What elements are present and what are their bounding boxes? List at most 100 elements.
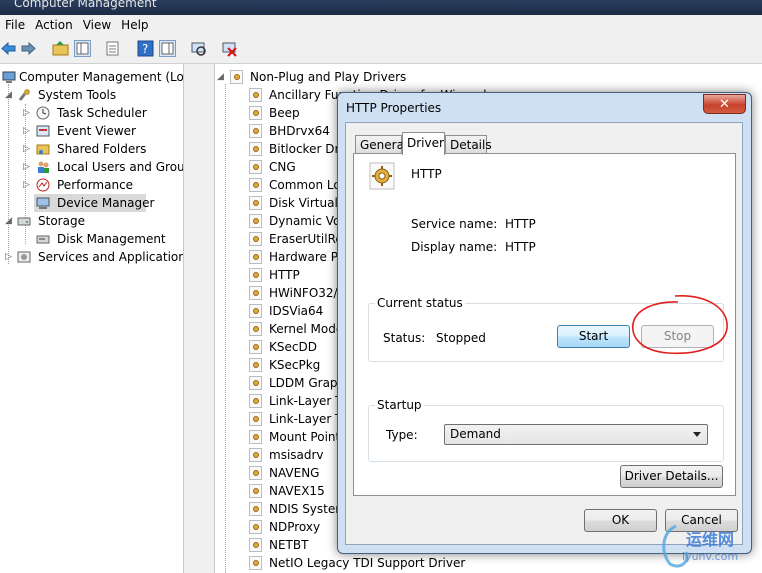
- service-name-label: Service name:: [411, 217, 498, 231]
- tree-item-label: Local Users and Groups: [57, 160, 184, 174]
- tree-item-label: Services and Applications: [38, 250, 184, 264]
- device-category-label: Non-Plug and Play Drivers: [250, 70, 407, 84]
- users-icon: [38, 161, 49, 173]
- device-item-label: KSecPkg: [269, 358, 321, 372]
- driver-icon: [249, 250, 262, 264]
- disk-icon: [36, 235, 50, 244]
- device-item-label: BHDrvx64: [269, 124, 330, 138]
- startup-group: Startup Type: Demand: [368, 398, 724, 462]
- driver-icon: [249, 322, 262, 336]
- device-item-label: NDProxy: [269, 520, 321, 534]
- display-name-label: Display name:: [411, 240, 498, 254]
- device-item-label: Link-Layer To: [269, 394, 348, 408]
- driver-icon: [249, 196, 262, 210]
- window-title: Computer Management: [14, 0, 157, 10]
- driver-icon: [249, 178, 262, 192]
- device-item-label: NetIO Legacy TDI Support Driver: [269, 556, 466, 570]
- display-name-value: HTTP: [505, 240, 536, 254]
- window-title-bar: Computer Management: [0, 0, 762, 15]
- device-item-label: Kernel Mode: [269, 322, 344, 336]
- menu-action[interactable]: Action: [30, 15, 78, 35]
- driver-icon: [249, 214, 262, 228]
- driver-icon: [249, 286, 262, 300]
- device-item-label: Common Lo: [269, 178, 341, 192]
- driver-gear-icon: [369, 162, 395, 190]
- startup-label: Startup: [375, 398, 424, 412]
- menu-help[interactable]: Help: [116, 15, 153, 35]
- ok-button[interactable]: OK: [584, 509, 657, 532]
- status-label: Status:: [383, 331, 426, 345]
- startup-type-select[interactable]: Demand: [444, 424, 708, 445]
- tree-item-label: Shared Folders: [57, 142, 147, 156]
- device-item-label: HWiNFO32/6: [269, 286, 346, 300]
- driver-details-button[interactable]: Driver Details...: [620, 465, 723, 488]
- action-pane-icon[interactable]: [159, 40, 176, 57]
- storage-icon: [17, 217, 31, 226]
- device-manager-icon: [36, 197, 50, 209]
- driver-icon: [249, 124, 262, 138]
- menu-view[interactable]: View: [78, 15, 116, 35]
- device-name: HTTP: [411, 167, 442, 181]
- tree-item-label: Disk Management: [57, 232, 166, 246]
- scan-hardware-icon[interactable]: [190, 40, 207, 57]
- dialog-title: HTTP Properties: [346, 101, 442, 115]
- tree-item-device-manager[interactable]: Device Manager: [34, 194, 154, 212]
- startup-type-value: Demand: [450, 427, 501, 441]
- driver-icon: [249, 142, 262, 156]
- device-item-label: msisadrv: [269, 448, 324, 462]
- current-status-label: Current status: [375, 296, 465, 310]
- driver-icon: [249, 268, 262, 282]
- device-item-label: Dynamic Vol: [269, 214, 344, 228]
- device-item-label: Link-Layer To: [269, 412, 348, 426]
- console-tree: ▾ Computer Management (Local ◢ System To…: [0, 64, 184, 573]
- type-label: Type:: [386, 428, 418, 442]
- driver-icon: [249, 88, 262, 102]
- device-item-label: HTTP: [269, 268, 300, 282]
- tree-item-label: Task Scheduler: [57, 106, 147, 120]
- driver-icon: [249, 556, 262, 570]
- tree-item-label: Event Viewer: [57, 124, 136, 138]
- forward-arrow-icon[interactable]: [20, 40, 37, 57]
- service-name-value: HTTP: [505, 217, 536, 231]
- close-icon[interactable]: ✕: [703, 94, 746, 114]
- tree-item-label: System Tools: [38, 88, 117, 102]
- driver-icon: [249, 520, 262, 534]
- watermark-text: 运维网: [686, 530, 735, 549]
- pane-splitter[interactable]: [184, 64, 215, 573]
- system-tools-icon: [18, 89, 30, 101]
- menu-file[interactable]: File: [0, 15, 30, 35]
- red-annotation-circle: [632, 295, 728, 355]
- status-value: Stopped: [436, 331, 486, 345]
- uninstall-device-icon[interactable]: [221, 40, 238, 57]
- driver-icon: [249, 160, 262, 174]
- device-item-label: NAVENG: [269, 466, 320, 480]
- device-item-label: Hardware Po: [269, 250, 345, 264]
- driver-icon: [249, 502, 262, 516]
- shared-folder-icon: [36, 144, 50, 155]
- tab-driver[interactable]: Driver: [402, 132, 445, 155]
- driver-icon: [249, 232, 262, 246]
- start-button[interactable]: Start: [557, 325, 630, 348]
- up-folder-icon[interactable]: [52, 40, 69, 57]
- event-viewer-icon: [36, 125, 50, 137]
- back-arrow-icon[interactable]: [0, 40, 17, 57]
- show-hide-tree-icon[interactable]: [74, 40, 91, 57]
- help-icon[interactable]: ?: [137, 40, 154, 57]
- tab-details[interactable]: Details: [445, 135, 492, 154]
- driver-icon: [249, 106, 262, 120]
- tree-item-label: Computer Management (Local: [19, 70, 184, 84]
- watermark-logo: 运维网 iyunv.com: [656, 522, 760, 570]
- driver-icon: [249, 376, 262, 390]
- device-item-label: IDSVia64: [269, 304, 324, 318]
- device-item-label: CNG: [269, 160, 296, 174]
- services-icon: [17, 251, 31, 263]
- menu-bar: File Action View Help: [0, 15, 762, 35]
- tab-general[interactable]: General: [355, 135, 407, 154]
- driver-icon: [249, 412, 262, 426]
- device-item-label: LDDM Graph: [269, 376, 346, 390]
- tree-item-label: Storage: [38, 214, 85, 228]
- properties-icon[interactable]: [104, 40, 121, 57]
- svg-text:?: ?: [142, 42, 148, 56]
- tree-item-label: Device Manager: [57, 196, 155, 210]
- driver-icon: [249, 394, 262, 408]
